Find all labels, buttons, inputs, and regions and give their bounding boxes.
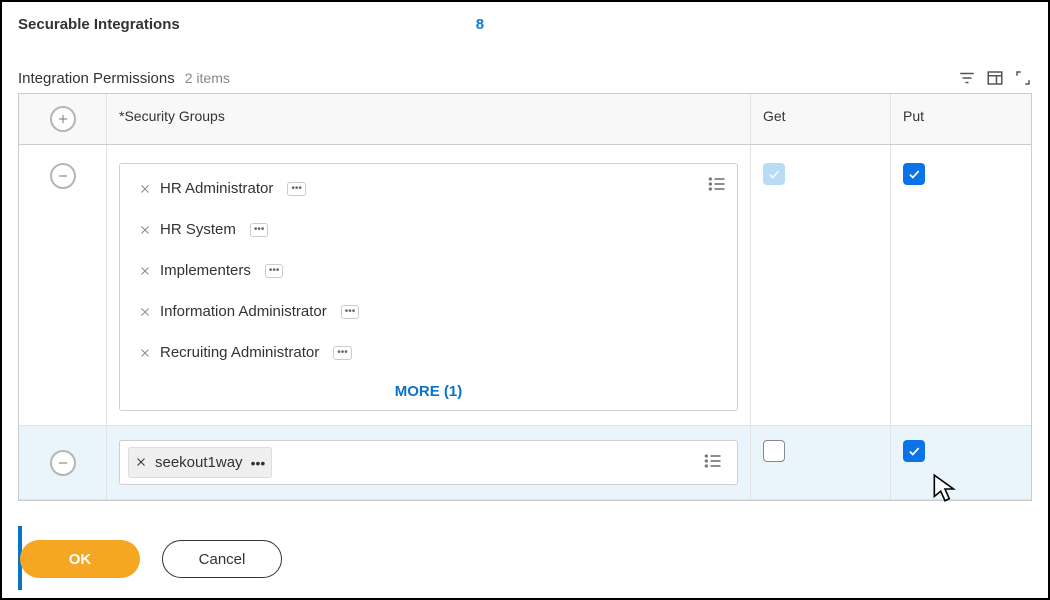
token-label: HR System bbox=[160, 221, 236, 238]
remove-token-icon[interactable] bbox=[138, 182, 152, 196]
integration-permissions-label: Integration Permissions bbox=[18, 70, 175, 87]
related-actions-icon[interactable]: ••• bbox=[265, 264, 284, 278]
related-actions-icon[interactable]: ••• bbox=[287, 182, 306, 196]
integration-permissions-items-count: 2 items bbox=[185, 70, 230, 86]
get-checkbox[interactable] bbox=[763, 440, 785, 462]
more-link[interactable]: MORE (1) bbox=[128, 377, 729, 410]
put-checkbox[interactable] bbox=[903, 163, 925, 185]
related-actions-icon[interactable]: ••• bbox=[251, 455, 266, 471]
put-checkbox[interactable] bbox=[903, 440, 925, 462]
token-label: Implementers bbox=[160, 262, 251, 279]
prompt-list-icon[interactable] bbox=[707, 174, 727, 197]
table-row: HR Administrator ••• HR System ••• Imple… bbox=[19, 145, 1031, 426]
security-group-token: HR Administrator ••• bbox=[134, 176, 310, 201]
prompt-list-icon[interactable] bbox=[703, 451, 723, 474]
permissions-grid: *Security Groups Get Put HR Administrato… bbox=[18, 93, 1032, 501]
security-groups-input[interactable]: HR Administrator ••• HR System ••• Imple… bbox=[119, 163, 738, 411]
remove-token-icon[interactable] bbox=[135, 455, 147, 471]
remove-token-icon[interactable] bbox=[138, 264, 152, 278]
column-header-get[interactable]: Get bbox=[751, 94, 891, 144]
cancel-button[interactable]: Cancel bbox=[162, 540, 282, 578]
remove-row-button[interactable] bbox=[50, 450, 76, 476]
related-actions-icon[interactable]: ••• bbox=[250, 223, 269, 237]
table-row: seekout1way ••• bbox=[19, 426, 1031, 500]
get-checkbox[interactable] bbox=[763, 163, 785, 185]
remove-row-button[interactable] bbox=[50, 163, 76, 189]
column-header-security-groups[interactable]: *Security Groups bbox=[107, 94, 751, 144]
related-actions-icon[interactable]: ••• bbox=[333, 346, 352, 360]
remove-token-icon[interactable] bbox=[138, 305, 152, 319]
token-label: seekout1way bbox=[155, 454, 243, 471]
token-label: Information Administrator bbox=[160, 303, 327, 320]
security-group-token: HR System ••• bbox=[134, 217, 272, 242]
security-group-token: Information Administrator ••• bbox=[134, 299, 363, 324]
fullscreen-icon[interactable] bbox=[1014, 69, 1032, 87]
security-group-token: Recruiting Administrator ••• bbox=[134, 340, 356, 365]
token-label: HR Administrator bbox=[160, 180, 273, 197]
security-group-token: seekout1way ••• bbox=[128, 447, 272, 478]
columns-icon[interactable] bbox=[986, 69, 1004, 87]
add-row-button[interactable] bbox=[50, 106, 76, 132]
remove-token-icon[interactable] bbox=[138, 223, 152, 237]
securable-integrations-count[interactable]: 8 bbox=[476, 16, 484, 33]
remove-token-icon[interactable] bbox=[138, 346, 152, 360]
security-group-token: Implementers ••• bbox=[134, 258, 287, 283]
securable-integrations-label: Securable Integrations bbox=[18, 16, 180, 33]
ok-button[interactable]: OK bbox=[20, 540, 140, 578]
related-actions-icon[interactable]: ••• bbox=[341, 305, 360, 319]
filter-icon[interactable] bbox=[958, 69, 976, 87]
token-label: Recruiting Administrator bbox=[160, 344, 319, 361]
column-header-put[interactable]: Put bbox=[891, 94, 1031, 144]
security-groups-input[interactable]: seekout1way ••• bbox=[119, 440, 738, 485]
